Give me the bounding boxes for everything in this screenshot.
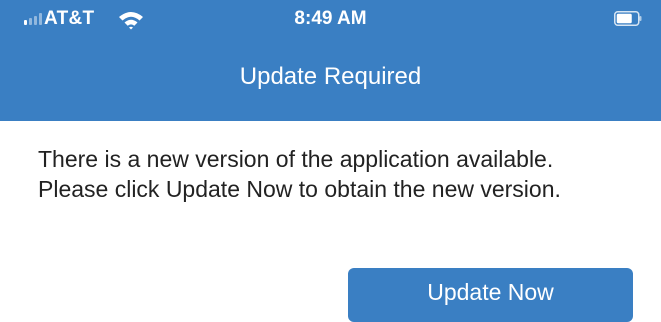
status-time: 8:49 AM xyxy=(294,8,367,29)
app-header: AT&T 8:49 AM Update Required xyxy=(0,0,661,121)
update-now-button[interactable]: Update Now xyxy=(348,268,633,322)
page-title: Update Required xyxy=(239,63,422,90)
update-message: There is a new version of the applicatio… xyxy=(38,146,561,202)
status-bar: AT&T 8:49 AM xyxy=(0,0,661,36)
battery-icon xyxy=(614,11,642,26)
